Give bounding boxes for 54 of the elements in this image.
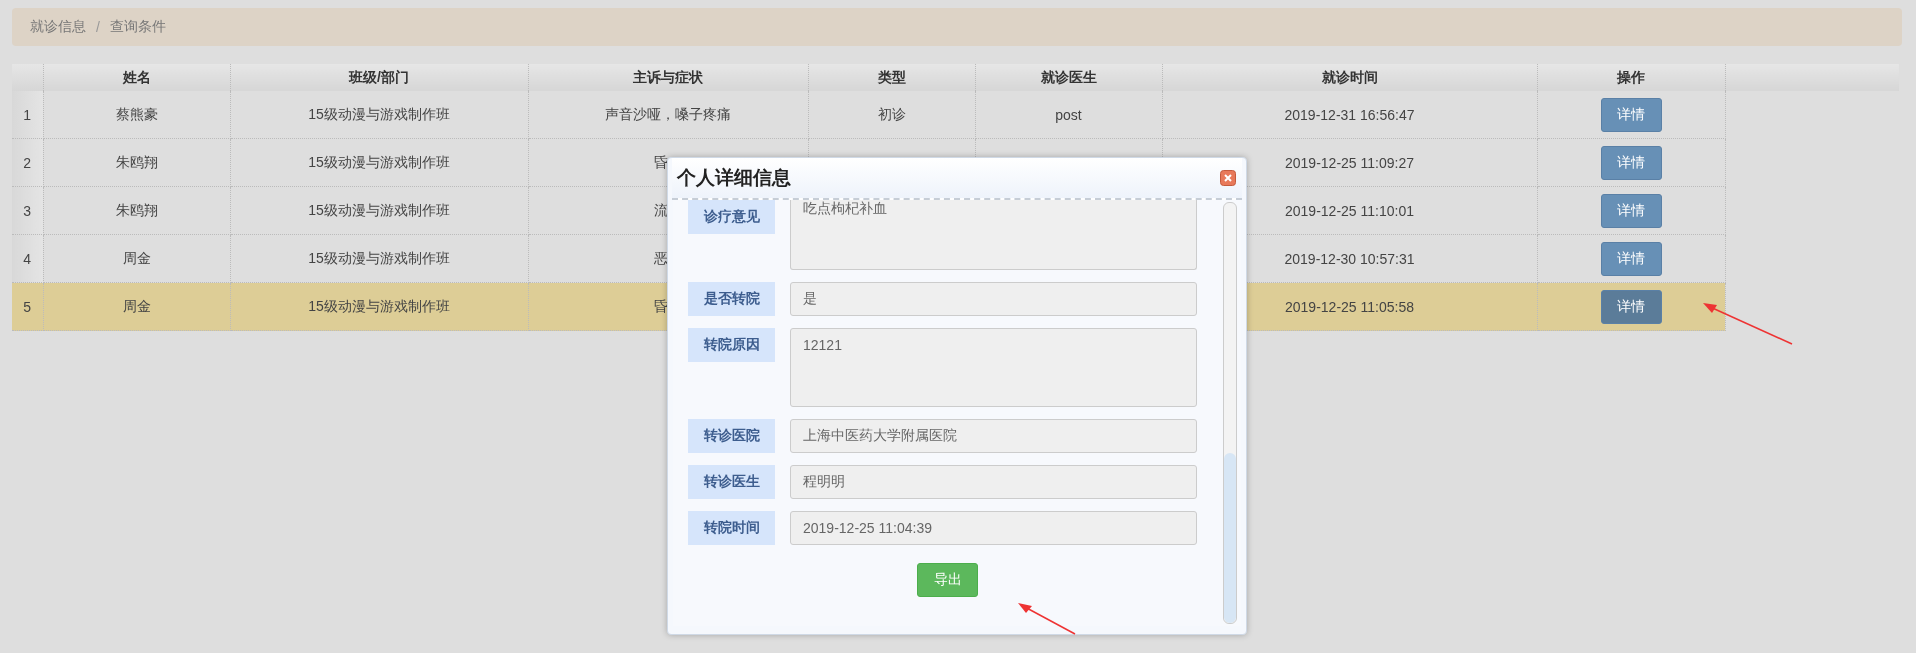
field-label: 转诊医院	[688, 419, 775, 453]
table-cell: post	[975, 91, 1162, 139]
table-cell: 周金	[43, 234, 230, 283]
column-header: 姓名	[43, 64, 230, 91]
table-cell: 蔡熊豪	[43, 91, 230, 139]
table-cell: 15级动漫与游戏制作班	[230, 91, 528, 139]
details-button[interactable]: 详情	[1600, 145, 1662, 180]
column-header: 班级/部门	[230, 64, 528, 91]
field-label: 是否转院	[688, 282, 775, 316]
input-field[interactable]: 是	[790, 282, 1197, 316]
details-button[interactable]: 详情	[1600, 241, 1662, 276]
details-button[interactable]: 详情	[1600, 193, 1662, 228]
table-cell: 声音沙哑，嗓子疼痛	[605, 105, 731, 124]
input-field[interactable]: 程明明	[790, 465, 1197, 499]
field-label: 转诊医生	[688, 465, 775, 499]
table-cell: 2019-12-31 16:56:47	[1162, 91, 1537, 139]
table-cell: 15级动漫与游戏制作班	[230, 282, 528, 331]
details-button[interactable]: 详情	[1600, 289, 1662, 324]
table-cell-text: 昏	[654, 153, 669, 172]
details-button[interactable]: 详情	[1600, 97, 1662, 132]
scrollbar[interactable]	[1223, 202, 1237, 624]
table-cell: 初诊	[808, 91, 975, 139]
column-header: 类型	[808, 64, 975, 91]
row-number: 1	[12, 91, 43, 139]
column-header: 就诊医生	[975, 64, 1162, 91]
breadcrumb-item[interactable]: 查询条件	[109, 18, 166, 36]
table-cell: 朱鸥翔	[43, 138, 230, 187]
table-cell: 15级动漫与游戏制作班	[230, 234, 528, 283]
table-cell-text: 昏	[654, 297, 669, 316]
export-button[interactable]: 导出	[917, 563, 978, 597]
row-number: 3	[12, 186, 43, 235]
field-label: 转院时间	[688, 511, 775, 545]
column-header: 操作	[1537, 64, 1725, 91]
dialog-title: 个人详细信息	[677, 166, 791, 190]
field-label: 诊疗意见	[688, 200, 775, 234]
column-header: 主诉与症状	[528, 64, 808, 91]
input-field[interactable]: 上海中医药大学附属医院	[790, 419, 1197, 453]
table-cell: 15级动漫与游戏制作班	[230, 138, 528, 187]
text-area[interactable]: 12121	[790, 328, 1197, 407]
row-number: 4	[12, 234, 43, 283]
input-field[interactable]: 2019-12-25 11:04:39	[790, 511, 1197, 545]
table-cell: 15级动漫与游戏制作班	[230, 186, 528, 235]
table-cell: 朱鸥翔	[43, 186, 230, 235]
close-icon[interactable]	[1220, 170, 1236, 186]
column-header: 就诊时间	[1162, 64, 1537, 91]
text-area[interactable]: 吃点枸杞补血	[790, 200, 1197, 270]
table-cell: 周金	[43, 282, 230, 331]
table-cell-text: 流	[654, 201, 669, 220]
breadcrumb-separator: /	[96, 19, 100, 35]
field-label: 转院原因	[688, 328, 775, 362]
row-number: 5	[12, 282, 43, 331]
row-number: 2	[12, 138, 43, 187]
table-cell-text: 恶	[654, 249, 669, 268]
breadcrumb-item[interactable]: 就诊信息	[30, 18, 86, 36]
